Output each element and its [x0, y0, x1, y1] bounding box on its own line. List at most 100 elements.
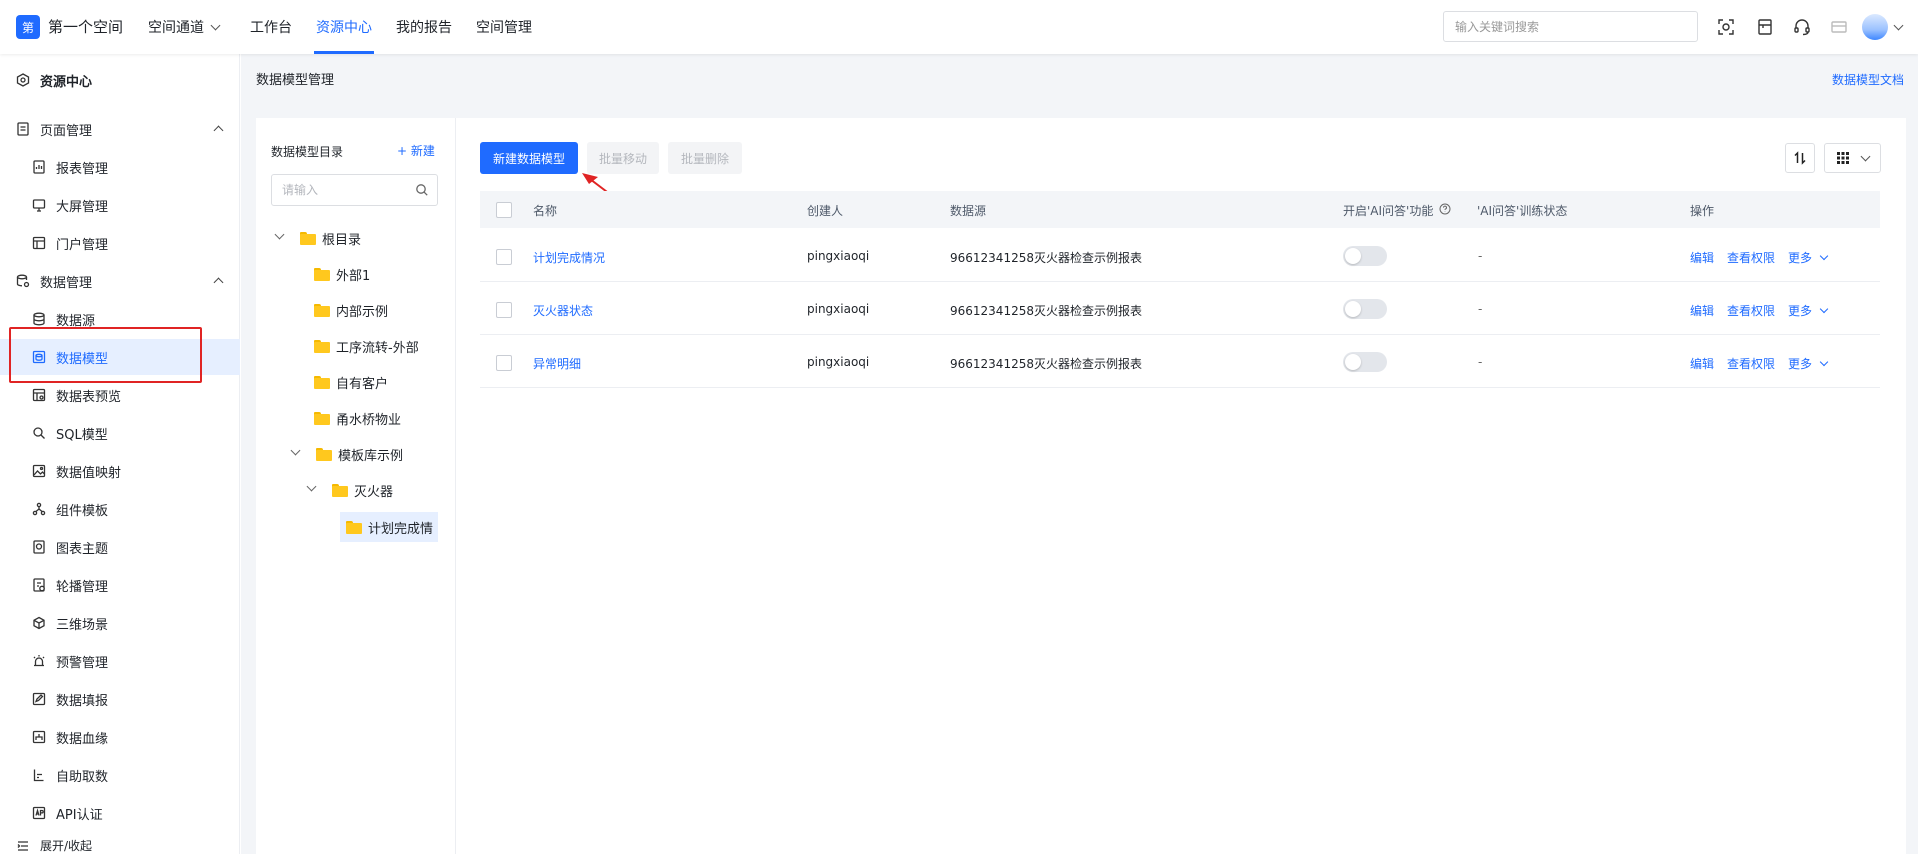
- nav-resource-center[interactable]: 资源中心: [316, 17, 372, 37]
- space-name[interactable]: 第一个空间: [48, 16, 123, 37]
- col-creator: 创建人: [807, 204, 844, 218]
- sidebar-item-portal[interactable]: 门户管理: [0, 225, 240, 261]
- sidebar-item-data-model[interactable]: 数据模型: [0, 339, 240, 375]
- chevron-down-icon[interactable]: [1893, 20, 1904, 36]
- nav-space-channel[interactable]: 空间通道: [148, 17, 221, 37]
- nav-workbench[interactable]: 工作台: [250, 17, 292, 37]
- model-name-link[interactable]: 灭火器状态: [533, 302, 593, 319]
- edit-link[interactable]: 编辑: [1690, 355, 1714, 372]
- ai-toggle[interactable]: [1343, 299, 1387, 319]
- tree-node-external1[interactable]: 外部1: [314, 260, 370, 288]
- directory-search-input[interactable]: [271, 174, 438, 206]
- sidebar-item-self-service[interactable]: 自助取数: [0, 757, 240, 793]
- document-icon[interactable]: [1756, 18, 1774, 36]
- more-label: 更多: [1788, 251, 1813, 265]
- folder-icon: [314, 375, 330, 389]
- row-checkbox[interactable]: [496, 249, 512, 265]
- page-title: 数据模型管理: [256, 73, 335, 88]
- tree-node-internal-examples[interactable]: 内部示例: [314, 296, 388, 324]
- help-circle-icon[interactable]: [1439, 203, 1451, 215]
- train-status-cell: -: [1478, 355, 1483, 369]
- sidebar-item-data-fill[interactable]: 数据填报: [0, 681, 240, 717]
- chevron-down-icon: [1819, 357, 1829, 367]
- edit-link[interactable]: 编辑: [1690, 249, 1714, 266]
- sidebar-item-alert[interactable]: 预警管理: [0, 643, 240, 679]
- row-checkbox[interactable]: [496, 302, 512, 318]
- more-dropdown[interactable]: 更多: [1788, 302, 1829, 319]
- tree-node-plan-completion[interactable]: 计划完成情: [340, 512, 438, 542]
- sidebar-item-lineage[interactable]: 数据血缘: [0, 719, 240, 755]
- sidebar-item-carousel[interactable]: 轮播管理: [0, 567, 240, 603]
- folder-icon: [314, 339, 330, 353]
- chevron-up-icon: [213, 125, 224, 136]
- search-icon[interactable]: [415, 183, 429, 197]
- sidebar-group-data-management[interactable]: 数据管理: [0, 263, 240, 299]
- column-settings-button[interactable]: [1824, 143, 1881, 173]
- sort-icon: [1793, 151, 1807, 165]
- tree-node-label: 根目录: [322, 232, 362, 248]
- table-row: [480, 229, 1880, 282]
- col-actions: 操作: [1690, 204, 1715, 218]
- sidebar-item-sql-model[interactable]: SQL模型: [0, 415, 240, 451]
- tree-node-property[interactable]: 甬水桥物业: [314, 404, 401, 432]
- sidebar-item-3d-scene[interactable]: 三维场景: [0, 605, 240, 641]
- folder-icon: [314, 303, 330, 317]
- sidebar-item-big-screen[interactable]: 大屏管理: [0, 187, 240, 223]
- view-permissions-link[interactable]: 查看权限: [1727, 249, 1775, 266]
- avatar[interactable]: [1862, 14, 1888, 40]
- sidebar-item-label: 报表管理: [56, 161, 109, 177]
- view-permissions-link[interactable]: 查看权限: [1727, 355, 1775, 372]
- more-dropdown[interactable]: 更多: [1788, 355, 1829, 372]
- card-icon[interactable]: [1830, 18, 1848, 36]
- global-search-input[interactable]: [1443, 11, 1698, 42]
- more-dropdown[interactable]: 更多: [1788, 249, 1829, 266]
- sidebar-item-label: 数据值映射: [56, 465, 122, 481]
- new-data-model-button[interactable]: 新建数据模型: [480, 142, 578, 174]
- tree-node-process-flow[interactable]: 工序流转-外部: [314, 332, 419, 360]
- model-name-link[interactable]: 计划完成情况: [533, 249, 605, 266]
- ai-toggle[interactable]: [1343, 352, 1387, 372]
- sidebar-item-api-auth[interactable]: API认证: [0, 795, 240, 831]
- sidebar-item-label: 门户管理: [56, 237, 109, 253]
- sidebar-item-table-preview[interactable]: 数据表预览: [0, 377, 240, 413]
- sidebar-item-label: 数据源: [56, 313, 96, 329]
- sort-button[interactable]: [1785, 143, 1815, 173]
- chevron-down-icon: [1819, 251, 1829, 261]
- space-logo[interactable]: 第: [16, 15, 40, 39]
- scan-icon[interactable]: [1717, 18, 1735, 36]
- sidebar-item-report-management[interactable]: 报表管理: [0, 149, 240, 185]
- tree-node-own-customers[interactable]: 自有客户: [314, 368, 388, 396]
- sidebar-collapse-toggle[interactable]: 展开/收起: [0, 836, 240, 854]
- tree-node-extinguisher[interactable]: 灭火器: [304, 476, 444, 504]
- active-nav-indicator: [314, 51, 374, 54]
- report-icon: [32, 160, 46, 174]
- sidebar-title-label: 资源中心: [40, 74, 93, 90]
- tree-node-root[interactable]: 根目录: [272, 224, 452, 252]
- new-folder-button[interactable]: + 新建: [397, 142, 435, 159]
- view-permissions-link[interactable]: 查看权限: [1727, 302, 1775, 319]
- doc-link[interactable]: 数据模型文档: [1832, 71, 1904, 88]
- lineage-icon: [32, 730, 46, 744]
- sidebar-item-data-source[interactable]: 数据源: [0, 301, 240, 337]
- sidebar-item-chart-theme[interactable]: 图表主题: [0, 529, 240, 565]
- edit-link[interactable]: 编辑: [1690, 302, 1714, 319]
- chevron-up-icon: [213, 277, 224, 288]
- sidebar-item-value-mapping[interactable]: 数据值映射: [0, 453, 240, 489]
- nav-space-management[interactable]: 空间管理: [476, 17, 532, 37]
- select-all-checkbox[interactable]: [496, 202, 512, 218]
- ai-toggle[interactable]: [1343, 246, 1387, 266]
- form-edit-icon: [32, 692, 46, 706]
- folder-icon: [314, 267, 330, 281]
- headset-icon[interactable]: [1793, 18, 1811, 36]
- nav-my-reports[interactable]: 我的报告: [396, 17, 452, 37]
- sidebar-item-component-template[interactable]: 组件模板: [0, 491, 240, 527]
- row-checkbox[interactable]: [496, 355, 512, 371]
- batch-move-button[interactable]: 批量移动: [587, 142, 659, 174]
- folder-icon: [314, 411, 330, 425]
- chevron-down-icon: [306, 481, 317, 492]
- sidebar-group-page-management[interactable]: 页面管理: [0, 111, 240, 147]
- carousel-icon: [32, 578, 46, 592]
- tree-node-template-library[interactable]: 模板库示例: [288, 440, 448, 468]
- model-name-link[interactable]: 异常明细: [533, 355, 581, 372]
- batch-delete-button[interactable]: 批量删除: [668, 142, 742, 174]
